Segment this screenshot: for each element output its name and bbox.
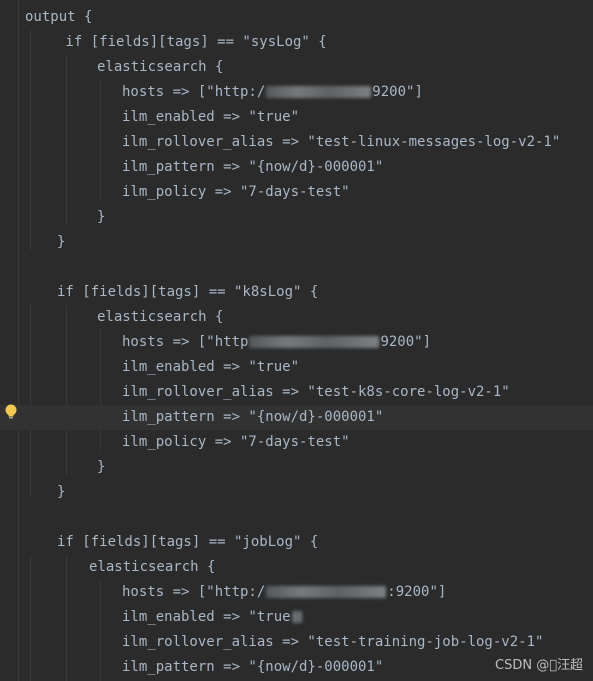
code-line[interactable]: ilm_enabled => "true" xyxy=(0,105,593,130)
code-text: if [fields][tags] == "k8sLog" { xyxy=(57,284,319,300)
code-text: } xyxy=(97,209,106,225)
code-line-current[interactable]: ilm_pattern => "{now/d}-000001" xyxy=(0,405,593,430)
code-text: if [fields][tags] == "jobLog" { xyxy=(57,534,319,550)
code-line[interactable]: hosts => ["http 9200"] xyxy=(0,330,593,355)
code-line[interactable]: if [fields][tags] == "sysLog" { xyxy=(0,30,593,55)
redacted-host xyxy=(266,86,372,98)
code-line[interactable]: elasticsearch { xyxy=(0,555,593,580)
code-text: elasticsearch { xyxy=(89,559,216,575)
hosts-prefix: hosts => ["http xyxy=(122,334,249,350)
code-text: hosts => ["http 9200"] xyxy=(122,330,431,355)
redacted-host xyxy=(266,586,387,598)
code-text: ilm_rollover_alias => "test-linux-messag… xyxy=(122,134,561,150)
code-text: } xyxy=(57,484,66,500)
code-text: } xyxy=(97,459,106,475)
code-text: hosts => ["http:/ :9200"] xyxy=(122,580,446,605)
hosts-suffix: 9200"] xyxy=(372,84,423,100)
code-line[interactable]: } xyxy=(0,230,593,255)
code-line[interactable]: ilm_pattern => "{now/d}-000001" xyxy=(0,155,593,180)
hosts-prefix: hosts => ["http:/ xyxy=(122,584,266,600)
code-line[interactable]: hosts => ["http:/ 9200"] xyxy=(0,80,593,105)
code-line[interactable]: elasticsearch { xyxy=(0,305,593,330)
code-line[interactable]: output { xyxy=(0,5,593,30)
hosts-suffix: :9200"] xyxy=(387,584,447,600)
code-line[interactable]: if [fields][tags] == "k8sLog" { xyxy=(0,280,593,305)
code-line[interactable]: ilm_policy => "7-days-test" xyxy=(0,430,593,455)
code-text: ilm_pattern => "{now/d}-000001" xyxy=(122,409,384,425)
code-text: ilm_rollover_alias => "test-k8s-core-log… xyxy=(122,384,510,400)
ilm-enabled-text: ilm_enabled => "true xyxy=(122,609,291,625)
code-text: ilm_pattern => "{now/d}-000001" xyxy=(122,159,384,175)
code-line[interactable]: ilm_policy => "7-days-test" xyxy=(0,180,593,205)
code-text: ilm_rollover_alias => "test-training-job… xyxy=(122,634,544,650)
code-editor[interactable]: output { if [fields][tags] == "sysLog" {… xyxy=(0,0,593,681)
code-line[interactable]: } xyxy=(0,205,593,230)
code-text: output { xyxy=(25,9,93,25)
code-text: ilm_policy => "7-days-test" xyxy=(122,184,350,200)
code-text: hosts => ["http:/ 9200"] xyxy=(122,80,423,105)
code-line[interactable]: ilm_rollover_alias => "test-linux-messag… xyxy=(0,130,593,155)
hosts-suffix: 9200"] xyxy=(380,334,432,350)
code-line[interactable]: ilm_rollover_alias => "test-training-job… xyxy=(0,630,593,655)
redacted-char xyxy=(291,611,302,623)
code-text: } xyxy=(57,234,66,250)
code-text: elasticsearch { xyxy=(97,309,224,325)
hosts-prefix: hosts => ["http:/ xyxy=(122,84,266,100)
code-line[interactable]: ilm_rollover_alias => "test-k8s-core-log… xyxy=(0,380,593,405)
watermark: CSDN @ 汪超 xyxy=(495,658,583,673)
code-text: ilm_enabled => "true" xyxy=(122,359,300,375)
code-text: ilm_policy => "7-days-test" xyxy=(122,434,350,450)
lightbulb-icon[interactable] xyxy=(4,404,18,420)
code-text: ilm_enabled => "true xyxy=(122,605,303,630)
code-line[interactable]: hosts => ["http:/ :9200"] xyxy=(0,580,593,605)
code-text: if [fields][tags] == "sysLog" { xyxy=(57,34,327,50)
code-line[interactable]: ilm_enabled => "true" xyxy=(0,355,593,380)
code-text: elasticsearch { xyxy=(97,59,224,75)
code-line[interactable]: ilm_enabled => "true xyxy=(0,605,593,630)
code-text: ilm_pattern => "{now/d}-000001" xyxy=(122,659,384,675)
code-text: ilm_enabled => "true" xyxy=(122,109,300,125)
code-line[interactable]: } xyxy=(0,455,593,480)
code-line[interactable]: elasticsearch { xyxy=(0,55,593,80)
code-line[interactable]: } xyxy=(0,480,593,505)
code-line[interactable]: if [fields][tags] == "jobLog" { xyxy=(0,530,593,555)
redacted-host xyxy=(249,336,380,348)
